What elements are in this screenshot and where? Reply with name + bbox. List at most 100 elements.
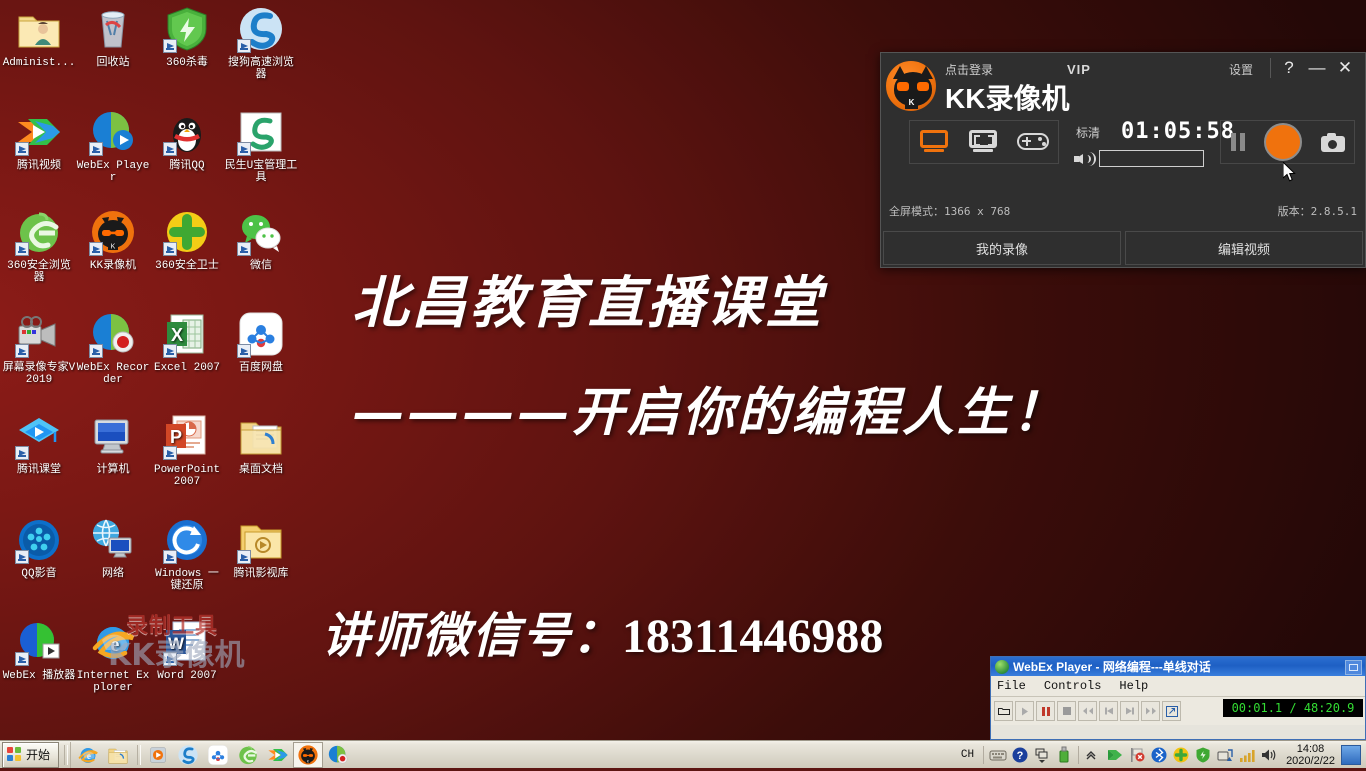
login-link[interactable]: 点击登录	[945, 61, 993, 78]
volume-icon[interactable]	[1074, 149, 1098, 169]
minimize-button[interactable]: —	[1303, 55, 1331, 81]
pause-button[interactable]	[1230, 133, 1246, 151]
game-mode-icon[interactable]	[1016, 128, 1050, 156]
svg-text:W: W	[168, 634, 185, 653]
tray-divider	[983, 745, 985, 764]
360-antivirus-tray-icon[interactable]	[1194, 746, 1212, 764]
keyboard-icon[interactable]	[989, 746, 1007, 764]
desktop-icon-desktop-documents[interactable]: 桌面文档	[224, 412, 298, 476]
region-mode-icon[interactable]	[967, 128, 1001, 156]
desktop-icon-cmbc-ubao-tool[interactable]: 民生U宝管理工具	[224, 108, 298, 184]
volume-level-bar[interactable]	[1099, 150, 1204, 167]
edit-video-button[interactable]: 编辑视频	[1125, 231, 1363, 265]
360-safeguard-tray-icon[interactable]	[1172, 746, 1190, 764]
desktop-icon-network[interactable]: 网络	[76, 516, 150, 580]
usb-drive-icon[interactable]	[1055, 746, 1073, 764]
volume-icon[interactable]	[1260, 746, 1278, 764]
taskbar-internet-explorer[interactable]: e	[73, 742, 103, 768]
taskbar-baidu-netdisk[interactable]	[203, 742, 233, 768]
taskbar-tencent-video[interactable]	[263, 742, 293, 768]
webex-rewind-icon[interactable]	[1078, 701, 1097, 721]
vip-label[interactable]: VIP	[1067, 62, 1091, 77]
start-button[interactable]: 开始	[2, 741, 60, 768]
desktop-icon-baidu-netdisk[interactable]: 百度网盘	[224, 310, 298, 374]
desktop-icon-360-secure-browser[interactable]: 360安全浏览器	[2, 208, 76, 284]
desktop-icon-qq-player[interactable]: QQ影音	[2, 516, 76, 580]
desktop-icon-360-safeguard[interactable]: 360安全卫士	[150, 208, 224, 272]
quality-label[interactable]: 标清	[1076, 124, 1100, 141]
desktop-icon-webex-player-cn[interactable]: WebEx 播放器	[2, 618, 76, 682]
desktop-icon-webex-player[interactable]: WebEx Player	[76, 108, 150, 184]
menu-help[interactable]: Help	[1119, 679, 1148, 693]
close-button[interactable]: ✕	[1331, 55, 1359, 81]
desktop-icon-tencent-video[interactable]: 腾讯视频	[2, 108, 76, 172]
flag-error-icon[interactable]	[1128, 746, 1146, 764]
desktop-icon-360-antivirus[interactable]: 360杀毒	[150, 5, 224, 69]
fullscreen-mode-icon[interactable]	[918, 128, 952, 156]
taskbar-tencent-video-icon	[267, 744, 289, 766]
taskbar-file-explorer[interactable]	[103, 742, 133, 768]
clock[interactable]: 14:08 2020/2/22	[1280, 743, 1341, 767]
webex-play-icon[interactable]	[1015, 701, 1034, 721]
desktop-icon-tencent-qq[interactable]: 腾讯QQ	[150, 108, 224, 172]
webex-forward-icon[interactable]	[1141, 701, 1160, 721]
webex-player-window[interactable]: WebEx Player - 网络编程---单线对话 File Controls…	[990, 656, 1366, 740]
360-secure-browser-icon	[15, 208, 63, 256]
webex-stop-icon[interactable]	[1057, 701, 1076, 721]
taskbar-webex-recorder[interactable]	[323, 742, 353, 768]
desktop-icon-label: Windows 一键还原	[155, 568, 219, 592]
taskbar-360-browser[interactable]	[233, 742, 263, 768]
menu-file[interactable]: File	[997, 679, 1026, 693]
webex-fullscreen-icon[interactable]	[1162, 701, 1181, 721]
tray-divider-2	[1078, 745, 1080, 764]
window-switch-icon[interactable]	[1033, 746, 1051, 764]
desktop-icon-tencent-video-library[interactable]: 腾讯影视库	[224, 516, 298, 580]
webex-maximize-button[interactable]	[1345, 660, 1362, 675]
network-signal-icon[interactable]	[1238, 746, 1256, 764]
kk-recorder-window[interactable]: K 点击登录 VIP KK录像机 设置 ? — ✕ 标清 01:05:58 全屏…	[880, 52, 1366, 268]
language-indicator[interactable]: CH	[955, 749, 980, 761]
desktop-icon-sogou-browser[interactable]: 搜狗高速浏览器	[224, 5, 298, 81]
desktop-icon-webex-recorder[interactable]: WebEx Recorder	[76, 310, 150, 386]
taskbar-media-player[interactable]	[143, 742, 173, 768]
desktop-icon-tencent-classroom[interactable]: 腾讯课堂	[2, 412, 76, 476]
webex-open-icon[interactable]	[994, 701, 1013, 721]
screen-recorder-expert-icon	[15, 310, 63, 358]
desktop-icon-my-computer[interactable]: 计算机	[76, 412, 150, 476]
my-recordings-button[interactable]: 我的录像	[883, 231, 1121, 265]
shortcut-arrow-icon	[237, 550, 251, 564]
desktop-icon-administrator-folder[interactable]: Administ...	[2, 5, 76, 69]
settings-button[interactable]: 设置	[1229, 61, 1253, 78]
desktop-icon-powerpoint-2007[interactable]: P PowerPoint 2007	[150, 412, 224, 488]
webex-prev-icon[interactable]	[1099, 701, 1118, 721]
bluetooth-icon[interactable]	[1150, 746, 1168, 764]
desktop-icon-recycle-bin[interactable]: 回收站	[76, 5, 150, 69]
desktop-icon-windows-one-key-restore[interactable]: Windows 一键还原	[150, 516, 224, 592]
recycle-bin-icon	[89, 5, 137, 53]
desktop-icon-word-2007[interactable]: W Word 2007	[150, 618, 224, 682]
taskbar-sogou-browser[interactable]	[173, 742, 203, 768]
record-button[interactable]	[1264, 123, 1303, 161]
show-desktop-button[interactable]	[1341, 744, 1361, 765]
show-hidden-icons-chevron[interactable]	[1084, 746, 1102, 764]
desktop-icon-wechat[interactable]: 微信	[224, 208, 298, 272]
desktop-icon-kk-recorder[interactable]: K KK录像机	[76, 208, 150, 272]
desktop-icon-internet-explorer[interactable]: e Internet Explorer	[76, 618, 150, 694]
safely-remove-hardware-icon[interactable]	[1216, 746, 1234, 764]
desktop-icon-excel-2007[interactable]: X Excel 2007	[150, 310, 224, 374]
taskbar-kk-recorder[interactable]: K	[293, 741, 324, 768]
menu-controls[interactable]: Controls	[1044, 679, 1102, 693]
screenshot-button[interactable]	[1320, 132, 1345, 152]
help-button[interactable]: ?	[1275, 55, 1303, 81]
kk-recorder-controls: 标清 01:05:58	[881, 113, 1365, 201]
help-icon[interactable]: ?	[1011, 746, 1029, 764]
desktop-icon-screen-recorder-expert[interactable]: 屏幕录像专家V2019	[2, 310, 76, 386]
start-button-label: 开始	[26, 748, 51, 762]
administrator-folder-icon	[15, 5, 63, 53]
tencent-video-tray-icon[interactable]	[1106, 746, 1124, 764]
internet-explorer-icon: e	[89, 618, 137, 666]
webex-next-icon[interactable]	[1120, 701, 1139, 721]
desktop-background[interactable]: Administ... 回收站 360杀毒 搜狗高速浏览器 腾讯视频 WebEx Play…	[0, 0, 1366, 740]
taskbar-divider	[64, 744, 69, 765]
webex-pause-icon[interactable]	[1036, 701, 1055, 721]
